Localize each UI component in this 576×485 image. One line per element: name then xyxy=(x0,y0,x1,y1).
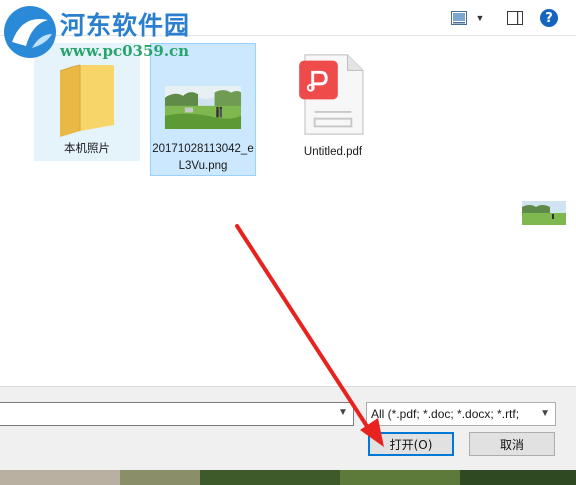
preview-image xyxy=(522,201,566,225)
help-icon: ? xyxy=(540,9,558,27)
chevron-down-icon[interactable]: ▼ xyxy=(472,8,488,28)
watermark-url: www.pc0359.cn xyxy=(60,42,190,60)
pdf-icon xyxy=(299,54,364,135)
help-button[interactable]: ? xyxy=(538,8,560,28)
view-icon[interactable] xyxy=(448,8,470,28)
preview-pane-icon[interactable] xyxy=(504,8,526,28)
file-name-input[interactable] xyxy=(0,402,354,426)
chevron-down-icon[interactable]: ▼ xyxy=(338,407,348,418)
file-name: 本机照片 xyxy=(64,143,110,155)
watermark: 河东软件园 www.pc0359.cn xyxy=(0,0,210,68)
file-name: 20171028113042_eL3Vu.png xyxy=(152,143,254,172)
file-type-select[interactable]: All (*.pdf; *.doc; *.docx; *.rtf; ▼ xyxy=(366,402,556,426)
cancel-button[interactable]: 取消 xyxy=(469,432,555,456)
file-type-label: All (*.pdf; *.doc; *.docx; *.rtf; xyxy=(371,407,520,421)
watermark-title: 河东软件园 xyxy=(60,11,191,40)
open-button[interactable]: 打开(O) xyxy=(368,432,454,456)
file-open-dialog: ▼ ? 本机照片 20171028113042_eL3Vu.png Untitl… xyxy=(0,0,576,470)
desktop-background xyxy=(0,470,576,485)
chevron-down-icon: ▼ xyxy=(540,408,550,419)
list-item[interactable]: Untitled.pdf xyxy=(280,43,386,161)
image-thumbnail xyxy=(164,86,242,129)
logo-icon xyxy=(4,6,56,58)
file-name: Untitled.pdf xyxy=(303,146,363,158)
dialog-footer: ▼ All (*.pdf; *.doc; *.docx; *.rtf; ▼ 打开… xyxy=(0,386,576,470)
file-list: 本机照片 20171028113042_eL3Vu.png Untitled.p… xyxy=(0,37,576,386)
folder-icon xyxy=(59,64,114,137)
